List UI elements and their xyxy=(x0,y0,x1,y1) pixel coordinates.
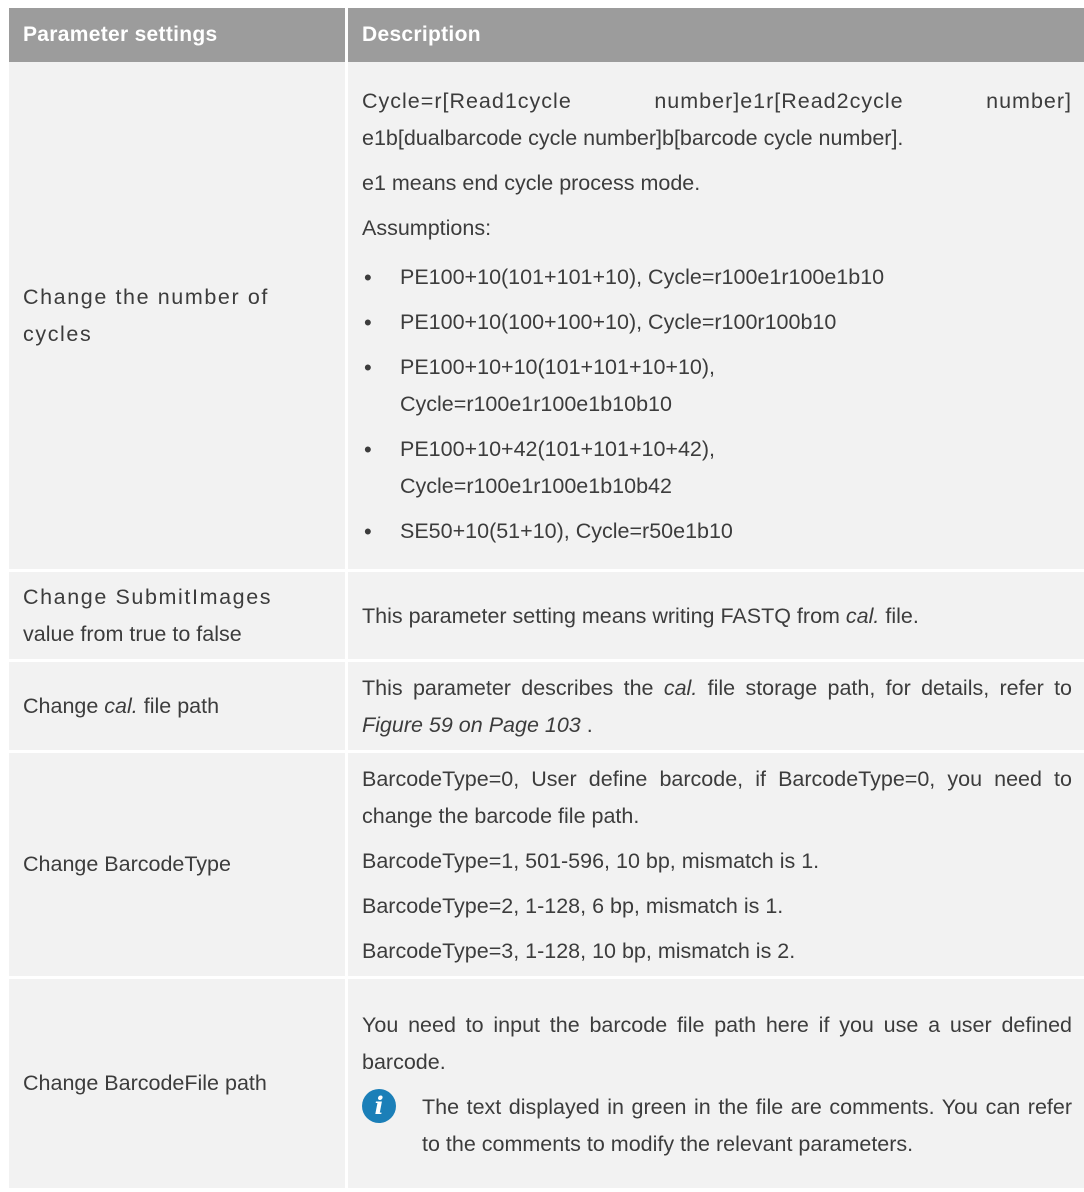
table-row: Change the number of cycles Cycle=r[Read… xyxy=(9,62,1084,572)
table-row: Change SubmitImages value from true to f… xyxy=(9,572,1084,662)
row-label-cycles: Change the number of cycles xyxy=(9,62,348,572)
header-description: Description xyxy=(348,8,1084,62)
desc-line: Assumptions: xyxy=(362,216,492,240)
list-item: • PE100+10+42(101+101+10+42), Cycle=r100e1… xyxy=(362,431,1072,505)
row-label-barcodefile: Change BarcodeFile path xyxy=(9,979,348,1191)
bullet-icon: • xyxy=(364,265,372,290)
info-icon: i xyxy=(362,1088,396,1123)
label-text: value from true to false xyxy=(23,621,242,646)
desc-line: Cycle=r[Read1cycle number]e1r[Read2cycle… xyxy=(362,89,1072,113)
row-desc-cycles: Cycle=r[Read1cycle number]e1r[Read2cycle… xyxy=(348,62,1084,572)
list-item: • PE100+10(100+100+10), Cycle=r100r100b10 xyxy=(362,304,1072,341)
list-item: • SE50+10(51+10), Cycle=r50e1b10 xyxy=(362,513,1072,550)
row-label-barcodetype: Change BarcodeType xyxy=(9,753,348,979)
bullet-icon: • xyxy=(364,355,372,380)
figure-reference-link[interactable]: Figure 59 on Page 103 xyxy=(362,713,581,737)
desc-line: BarcodeType=1, 501-596, 10 bp, mismatch … xyxy=(362,849,820,873)
note-box: i The text displayed in green in the fil… xyxy=(362,1088,1072,1163)
desc-line: e1b[dualbarcode cycle number]b[barcode c… xyxy=(362,126,904,150)
row-label-cal-file-path: Change cal. file path xyxy=(9,662,348,753)
bullet-icon: • xyxy=(364,310,372,335)
label-text: Change BarcodeType xyxy=(23,852,231,876)
bullet-icon: • xyxy=(364,437,372,462)
label-text: Change BarcodeFile path xyxy=(23,1071,267,1095)
list-item: • PE100+10(101+101+10), Cycle=r100e1r100e… xyxy=(362,259,1072,296)
desc-line: You need to input the barcode file path … xyxy=(362,1012,1072,1074)
note-text: The text displayed in green in the file … xyxy=(422,1094,1072,1156)
bullet-icon: • xyxy=(364,519,372,544)
desc-line: e1 means end cycle process mode. xyxy=(362,171,701,195)
desc-line: BarcodeType=2, 1-128, 6 bp, mismatch is … xyxy=(362,894,784,918)
table-row: Change BarcodeType BarcodeType=0, User d… xyxy=(9,753,1084,979)
row-desc-submitimages: This parameter setting means writing FAS… xyxy=(348,572,1084,662)
row-desc-barcodetype: BarcodeType=0, User define barcode, if B… xyxy=(348,753,1084,979)
table-row: Change BarcodeFile path You need to inpu… xyxy=(9,979,1084,1191)
table-row: Change cal. file path This parameter des… xyxy=(9,662,1084,753)
parameter-table: Parameter settings Description Change th… xyxy=(9,8,1084,1191)
desc-line: BarcodeType=3, 1-128, 10 bp, mismatch is… xyxy=(362,939,796,963)
desc-line: BarcodeType=0, User define barcode, if B… xyxy=(362,767,1072,828)
row-desc-barcodefile: You need to input the barcode file path … xyxy=(348,979,1084,1191)
header-parameter-settings: Parameter settings xyxy=(9,8,348,62)
label-text: Change the number of cycles xyxy=(23,284,269,346)
row-desc-cal-file-path: This parameter describes the cal. file s… xyxy=(348,662,1084,753)
list-item: • PE100+10+10(101+101+10+10), Cycle=r100e1… xyxy=(362,349,1072,423)
row-label-submitimages: Change SubmitImages value from true to f… xyxy=(9,572,348,662)
table-header-row: Parameter settings Description xyxy=(9,8,1084,62)
label-text: Change SubmitImages xyxy=(23,584,273,609)
assumptions-list: • PE100+10(101+101+10), Cycle=r100e1r100e… xyxy=(362,259,1072,550)
